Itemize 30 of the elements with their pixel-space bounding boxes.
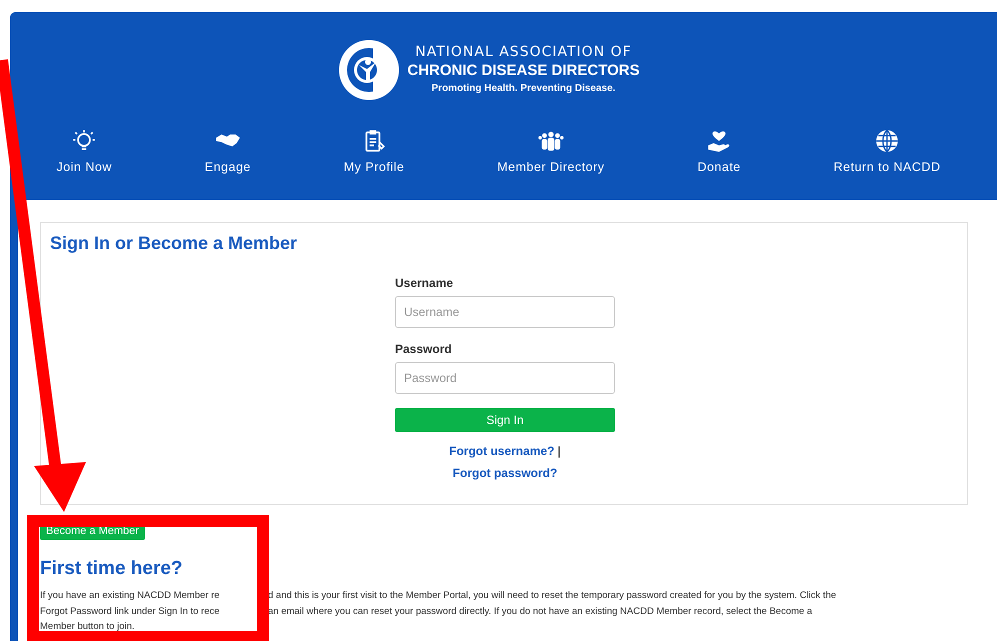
- forgot-username-link[interactable]: Forgot username?: [449, 444, 554, 458]
- nav-link[interactable]: Member Directory: [497, 128, 605, 174]
- tagline: Promoting Health. Preventing Disease.: [432, 82, 616, 96]
- info-text: Forgot Password link under Sign In to rece: [40, 604, 221, 618]
- globe-icon: [874, 128, 900, 154]
- info-text: If you have an existing NACDD Member re: [40, 589, 221, 603]
- input-field[interactable]: Username: [395, 296, 615, 328]
- logo-icon: [337, 38, 402, 102]
- nav-link[interactable]: My Profile: [344, 128, 404, 174]
- nav-link[interactable]: Donate: [697, 128, 741, 174]
- separator: |: [558, 444, 561, 458]
- nav-label: My Profile: [344, 160, 404, 174]
- forgot-password-link[interactable]: Forgot password?: [452, 466, 558, 480]
- nav-link[interactable]: Engage: [204, 128, 251, 174]
- nav-label: Join Now: [56, 160, 112, 174]
- nav-label: Return to NACDD: [834, 160, 940, 174]
- input-field[interactable]: Password: [395, 362, 615, 394]
- info-text: an email where you can reset your password directly. If you do not have an existing NACDD Member record, select the Become a: [268, 604, 812, 618]
- nav-link[interactable]: Return to NACDD: [834, 128, 940, 174]
- section-heading: First time here?: [40, 558, 184, 580]
- nav-label: Member Directory: [497, 160, 605, 174]
- nav-link[interactable]: Join Now: [56, 128, 112, 174]
- info-text: Member button to join.: [40, 620, 136, 634]
- panel-title: Sign In or Become a Member: [50, 233, 298, 254]
- nav-label: Engage: [204, 160, 251, 174]
- organization-name: NATIONAL ASSOCIATION OF: [415, 43, 632, 61]
- field-label: Username: [395, 276, 454, 290]
- field-label: Password: [395, 342, 453, 356]
- nav-label: Donate: [697, 160, 741, 174]
- organization-name: CHRONIC DISEASE DIRECTORS: [407, 61, 640, 81]
